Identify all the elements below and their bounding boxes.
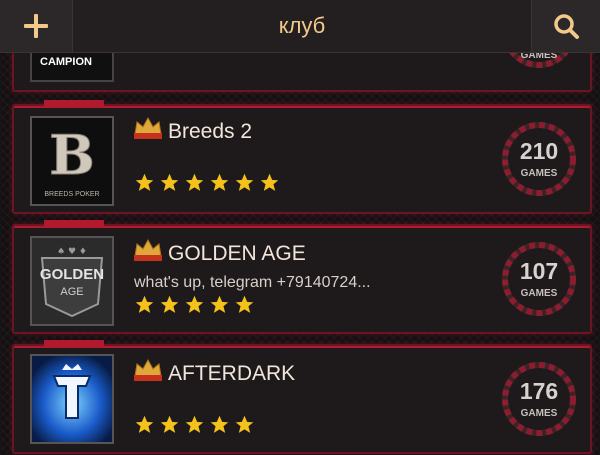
star-icon xyxy=(185,295,204,313)
club-name: GOLDEN AGE xyxy=(168,242,306,265)
star-icon xyxy=(235,173,254,191)
club-name: AFTERDARK xyxy=(168,362,296,385)
games-count: 210 xyxy=(519,138,559,164)
top-bar: клуб xyxy=(0,0,600,53)
club-logo: B BREEDS POKER xyxy=(30,116,114,206)
club-card[interactable]: AFTERDARK 176 GAMES xyxy=(12,340,592,454)
club-logo: ♠ ♥ ♦ GOLDEN AGE xyxy=(30,236,114,326)
games-counter: 107 GAMES xyxy=(500,240,578,318)
plus-icon xyxy=(24,14,48,38)
star-icon xyxy=(210,295,229,313)
star-icon xyxy=(185,173,204,191)
star-icon xyxy=(160,295,179,313)
games-count: 176 xyxy=(519,378,559,404)
search-button[interactable] xyxy=(531,0,600,52)
club-card[interactable]: B BREEDS POKER Breeds 2 210 GAMES xyxy=(12,100,592,214)
svg-text:B: B xyxy=(49,123,95,187)
logo-caption-bottom: AGE xyxy=(60,286,84,298)
union-badge-icon xyxy=(134,116,162,139)
games-count: 107 xyxy=(519,258,559,284)
club-logo: CAMPION xyxy=(30,48,114,82)
campion-logo-text: CAMPION xyxy=(40,56,92,68)
star-icon xyxy=(260,173,279,191)
star-icon xyxy=(210,415,229,433)
star-icon xyxy=(160,415,179,433)
star-icon xyxy=(235,415,254,433)
games-label: GAMES xyxy=(520,168,558,179)
star-icon xyxy=(135,415,154,433)
star-icon xyxy=(135,295,154,313)
logo-caption: BREEDS POKER xyxy=(44,191,100,198)
star-icon xyxy=(160,173,179,191)
search-icon xyxy=(554,14,579,39)
union-badge-icon xyxy=(134,238,162,261)
games-label: GAMES xyxy=(520,408,558,419)
union-badge-icon xyxy=(134,358,162,381)
svg-text:♠ ♥ ♦: ♠ ♥ ♦ xyxy=(57,247,87,257)
star-icon xyxy=(235,295,254,313)
logo-caption-top: GOLDEN xyxy=(39,266,105,283)
star-icon xyxy=(135,173,154,191)
page-title: клуб xyxy=(278,13,326,38)
games-label: GAMES xyxy=(520,288,558,299)
club-name: Breeds 2 xyxy=(168,120,253,143)
rating-stars xyxy=(134,414,255,435)
afterdark-logo-icon xyxy=(32,356,112,442)
club-logo xyxy=(30,354,114,444)
add-club-button[interactable] xyxy=(0,0,73,52)
games-counter: 176 GAMES xyxy=(500,360,578,438)
club-description: what's up, telegram +79140724... xyxy=(134,274,371,291)
club-card[interactable]: ♠ ♥ ♦ GOLDEN AGE GOLDEN AGE what's up, t… xyxy=(12,220,592,334)
star-icon xyxy=(210,173,229,191)
rating-stars xyxy=(134,294,255,315)
rating-stars xyxy=(134,172,280,193)
games-counter: 210 GAMES xyxy=(500,120,578,198)
star-icon xyxy=(185,415,204,433)
